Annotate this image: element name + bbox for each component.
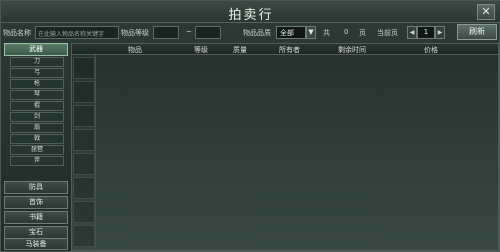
column-header-level[interactable]: 等级 <box>194 45 208 55</box>
category-weapons[interactable]: 武器 <box>4 43 68 56</box>
total-label: 共 <box>323 29 330 37</box>
item-slot[interactable] <box>73 57 95 79</box>
subcategory-item[interactable]: 琴 <box>10 90 64 100</box>
name-search-input[interactable]: 在此输入物品名称关键字 <box>35 26 119 39</box>
level-label: 物品等级 <box>121 29 149 37</box>
subcategory-item[interactable]: 弓 <box>10 68 64 78</box>
item-icon-column <box>72 55 96 250</box>
level-to-input[interactable] <box>195 26 221 39</box>
name-label: 物品名称 <box>3 29 31 37</box>
current-page-input[interactable]: 1 <box>417 26 435 39</box>
title-bar: 拍卖行 ✕ <box>1 1 500 23</box>
table-header: 物品 等级 质量 所有者 剩余时间 价格 <box>72 44 498 55</box>
category-armor[interactable]: 防具 <box>4 181 68 194</box>
item-slot[interactable] <box>73 225 95 247</box>
total-value: 0 <box>344 28 349 36</box>
quality-dropdown-icon[interactable]: ▼ <box>306 26 316 39</box>
item-slot[interactable] <box>73 177 95 199</box>
subcategory-item[interactable]: 枪 <box>10 79 64 89</box>
auction-table: 物品 等级 质量 所有者 剩余时间 价格 <box>71 43 499 251</box>
filter-bar: 物品名称 在此输入物品名称关键字 物品等级 ~ 物品品质 全部 ▼ 共 0 页 … <box>3 24 499 41</box>
category-sidebar: 武器 刀 弓 枪 琴 棍 剑 扇 戟 琵琶 斧 防具 首饰 书籍 宝石 马装备 <box>4 43 68 251</box>
close-button[interactable]: ✕ <box>477 4 495 20</box>
subcategory-item[interactable]: 剑 <box>10 112 64 122</box>
column-header-price[interactable]: 价格 <box>424 45 438 55</box>
category-jewelry[interactable]: 首饰 <box>4 196 68 209</box>
column-header-item[interactable]: 物品 <box>128 45 142 55</box>
category-horse-gear[interactable]: 马装备 <box>4 238 68 250</box>
subcategory-item[interactable]: 戟 <box>10 134 64 144</box>
item-slot[interactable] <box>73 201 95 223</box>
prev-page-button[interactable]: ◀ <box>407 26 417 39</box>
subcategory-item[interactable]: 刀 <box>10 57 64 67</box>
refresh-button[interactable]: 刷新 <box>457 24 497 40</box>
column-header-owner[interactable]: 所有者 <box>279 45 300 55</box>
item-slot[interactable] <box>73 105 95 127</box>
item-slot[interactable] <box>73 129 95 151</box>
level-from-input[interactable] <box>153 26 179 39</box>
next-page-button[interactable]: ▶ <box>435 26 445 39</box>
quality-label: 物品品质 <box>243 29 271 37</box>
category-books[interactable]: 书籍 <box>4 211 68 224</box>
column-header-quality[interactable]: 质量 <box>233 45 247 55</box>
subcategory-item[interactable]: 棍 <box>10 101 64 111</box>
quality-select[interactable]: 全部 <box>276 26 306 39</box>
window-title: 拍卖行 <box>228 8 274 23</box>
subcategory-item[interactable]: 扇 <box>10 123 64 133</box>
subcategory-item[interactable]: 琵琶 <box>10 145 64 155</box>
item-slot[interactable] <box>73 153 95 175</box>
page-unit-label: 页 <box>359 29 366 37</box>
item-slot[interactable] <box>73 81 95 103</box>
current-page-label: 当前页 <box>377 29 398 37</box>
column-header-time-left[interactable]: 剩余时间 <box>338 45 366 55</box>
auction-window: 拍卖行 ✕ 物品名称 在此输入物品名称关键字 物品等级 ~ 物品品质 全部 ▼ … <box>0 0 500 252</box>
level-dash: ~ <box>186 28 192 36</box>
subcategory-item[interactable]: 斧 <box>10 156 64 166</box>
